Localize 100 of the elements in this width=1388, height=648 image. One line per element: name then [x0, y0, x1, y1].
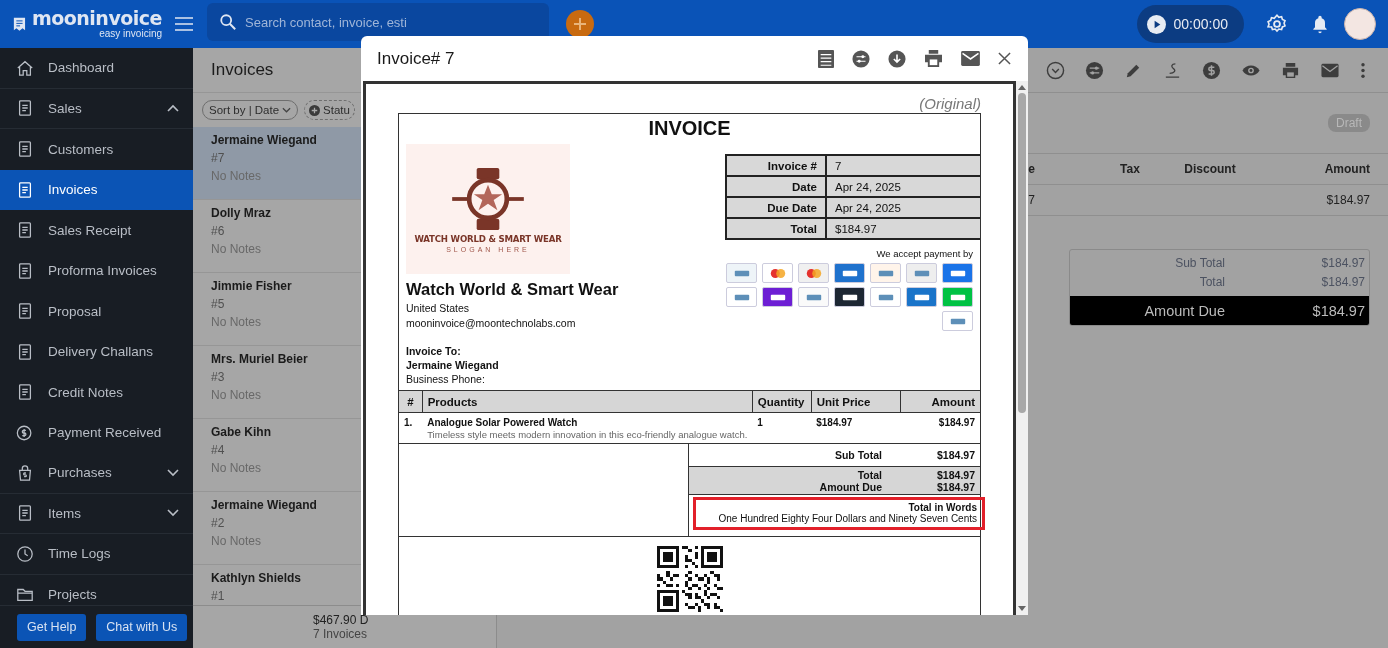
sidebar-item[interactable]: Credit Notes: [0, 372, 193, 413]
column-header: #: [399, 390, 423, 413]
total-value: $184.97: [936, 469, 975, 481]
printer-icon[interactable]: [924, 50, 943, 67]
customer-name: Dolly Mraz: [211, 206, 271, 220]
help-button[interactable]: Get Help: [17, 613, 87, 641]
signature-icon[interactable]: [1163, 60, 1182, 80]
invoice-notes: No Notes: [211, 242, 262, 256]
total-in-words-text: One Hundred Eighty Four Dollars and Ninety Seven Cents: [718, 513, 977, 524]
column-header: Amount: [900, 390, 980, 413]
copy-label: (Original): [918, 94, 981, 113]
sidebar-item[interactable]: Proforma Invoices: [0, 250, 193, 291]
meta-label: Total: [726, 218, 826, 239]
invoice-notes: No Notes: [211, 315, 262, 329]
total-label: Sub Total: [1174, 255, 1225, 270]
sub-total-value: $184.97: [936, 449, 975, 461]
list-total: $467.90 D: [313, 613, 369, 627]
invoice-notes: No Notes: [211, 461, 262, 475]
total-label: Total: [856, 469, 882, 481]
table-cell: 1.: [399, 412, 423, 444]
chevron-circle-icon[interactable]: [1046, 60, 1065, 80]
sidebar-item[interactable]: Proposal: [0, 291, 193, 332]
column-header: Unit Price: [811, 390, 901, 413]
search-icon: [219, 13, 237, 31]
column-header: Amount: [1324, 162, 1370, 176]
plus-circle-icon: [309, 104, 321, 116]
table-cell: $184.97: [1326, 193, 1370, 207]
help-button[interactable]: Chat with Us: [96, 613, 188, 641]
scroll-up-icon[interactable]: [1018, 85, 1026, 90]
doc-icon: [16, 383, 34, 402]
mail-icon[interactable]: [961, 51, 980, 66]
amount-due-label: Amount Due: [1143, 302, 1225, 319]
sidebar-item[interactable]: Delivery Challans: [0, 331, 193, 372]
clock-icon: [16, 544, 34, 563]
scrollbar[interactable]: [1016, 81, 1028, 615]
total-label: Total: [1198, 274, 1225, 289]
sliders-icon[interactable]: [1085, 60, 1104, 80]
column-header: e: [1028, 162, 1035, 176]
column-header: Products: [422, 390, 753, 413]
printer-icon[interactable]: [1281, 60, 1300, 80]
invoice-number: #1: [211, 589, 225, 603]
table-cell: $184.97: [811, 412, 901, 444]
total-value: $184.97: [1320, 255, 1365, 270]
invoice-count: 7 Invoices: [313, 627, 368, 641]
search-field[interactable]: Search contact, invoice, esti: [207, 3, 549, 41]
sub-total-label: Sub Total: [833, 449, 882, 461]
doc-icon: [16, 342, 34, 361]
total-in-words-label: Total in Words: [908, 502, 977, 513]
total-value: $184.97: [1320, 274, 1365, 289]
meta-value: 7: [826, 155, 980, 176]
invoice-number: #6: [211, 224, 225, 238]
column-header: Quantity: [752, 390, 812, 413]
close-icon[interactable]: [998, 52, 1011, 65]
home-icon: [16, 58, 34, 77]
invoice-number: #3: [211, 370, 225, 384]
avatar[interactable]: [1344, 8, 1376, 40]
download-icon[interactable]: [888, 49, 906, 68]
settings-icon[interactable]: [1266, 13, 1288, 35]
company-country: United States: [406, 302, 471, 314]
sidebar-item[interactable]: Payment Received: [0, 412, 193, 453]
total-value: $184.97: [936, 481, 975, 493]
invoice-heading: INVOICE: [647, 116, 732, 141]
doc-icon: [16, 261, 34, 280]
table-cell: 1: [752, 412, 812, 444]
add-icon[interactable]: [566, 10, 594, 38]
customer-name: Gabe Kihn: [211, 425, 271, 439]
invoice-notes: No Notes: [211, 388, 262, 402]
invoice-notes: No Notes: [211, 169, 262, 183]
invoice-number: #7: [211, 151, 225, 165]
payment-heading: We accept payment by: [876, 248, 973, 259]
customer-name: Jimmie Fisher: [211, 279, 292, 293]
sidebar-item[interactable]: Invoices: [0, 169, 193, 210]
play-icon: [1146, 14, 1166, 34]
brand-tagline: easy invoicing: [99, 29, 162, 39]
dialog-title: Invoice# 7: [377, 48, 456, 69]
bill-to-phone: Business Phone:: [406, 373, 486, 385]
menu-icon[interactable]: [175, 17, 193, 31]
doc-icon: [16, 180, 34, 199]
column-header: Discount: [1184, 162, 1236, 176]
invoice-number: #5: [211, 297, 225, 311]
customer-name: Mrs. Muriel Beier: [211, 352, 308, 366]
scroll-down-icon[interactable]: [1018, 606, 1026, 611]
table-cell: $184.97: [900, 412, 980, 444]
timer-button[interactable]: 00:00:00: [1136, 5, 1244, 43]
sidebar-item[interactable]: Sales Receipt: [0, 210, 193, 251]
sliders-icon[interactable]: [852, 49, 870, 68]
total-label: Amount Due: [818, 481, 882, 493]
meta-label: Due Date: [726, 197, 826, 218]
sidebar-item[interactable]: Customers: [0, 129, 193, 170]
caret-icon: [282, 107, 292, 113]
invoice-number: #2: [211, 516, 225, 530]
amount-due-value: $184.97: [1311, 302, 1365, 319]
column-header: Tax: [1120, 162, 1140, 176]
document-icon[interactable]: [818, 49, 834, 68]
invoice-number: #4: [211, 443, 225, 457]
customer-name: Jermaine Wiegand: [211, 133, 317, 147]
bell-icon[interactable]: [1310, 14, 1330, 34]
table-cell: 7: [1028, 193, 1035, 207]
bag-icon: [16, 463, 34, 482]
more-icon[interactable]: [1360, 60, 1366, 80]
